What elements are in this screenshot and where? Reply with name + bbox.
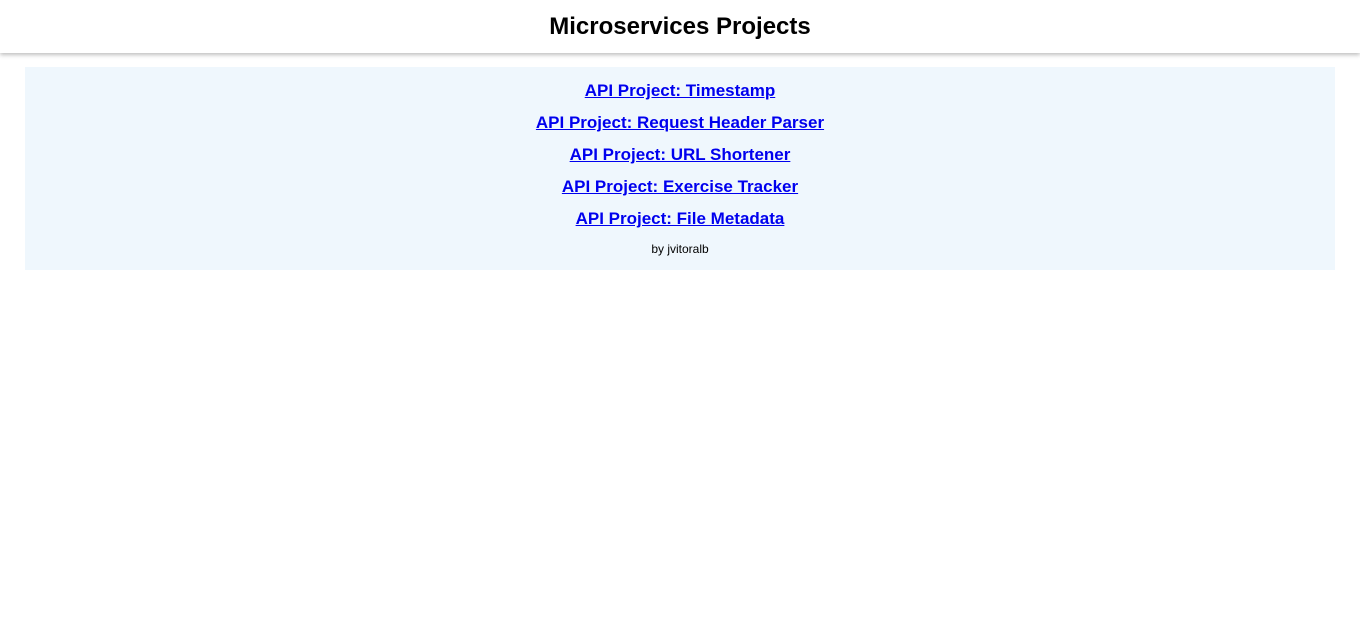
exercise-tracker-project-link[interactable]: API Project: Exercise Tracker — [562, 177, 798, 196]
list-item: API Project: File Metadata — [576, 207, 785, 239]
projects-panel: API Project: Timestamp API Project: Requ… — [25, 67, 1335, 270]
author-credit: by jvitoralb — [651, 242, 709, 256]
file-metadata-project-link[interactable]: API Project: File Metadata — [576, 209, 785, 228]
url-shortener-project-link[interactable]: API Project: URL Shortener — [570, 145, 791, 164]
timestamp-project-link[interactable]: API Project: Timestamp — [585, 81, 776, 100]
project-list: API Project: Timestamp API Project: Requ… — [536, 79, 824, 239]
request-header-parser-project-link[interactable]: API Project: Request Header Parser — [536, 113, 824, 132]
list-item: API Project: Exercise Tracker — [562, 175, 798, 207]
list-item: API Project: Timestamp — [585, 79, 776, 111]
list-item: API Project: Request Header Parser — [536, 111, 824, 143]
list-item: API Project: URL Shortener — [570, 143, 791, 175]
page-header: Microservices Projects — [0, 0, 1360, 53]
page-title: Microservices Projects — [549, 12, 811, 40]
